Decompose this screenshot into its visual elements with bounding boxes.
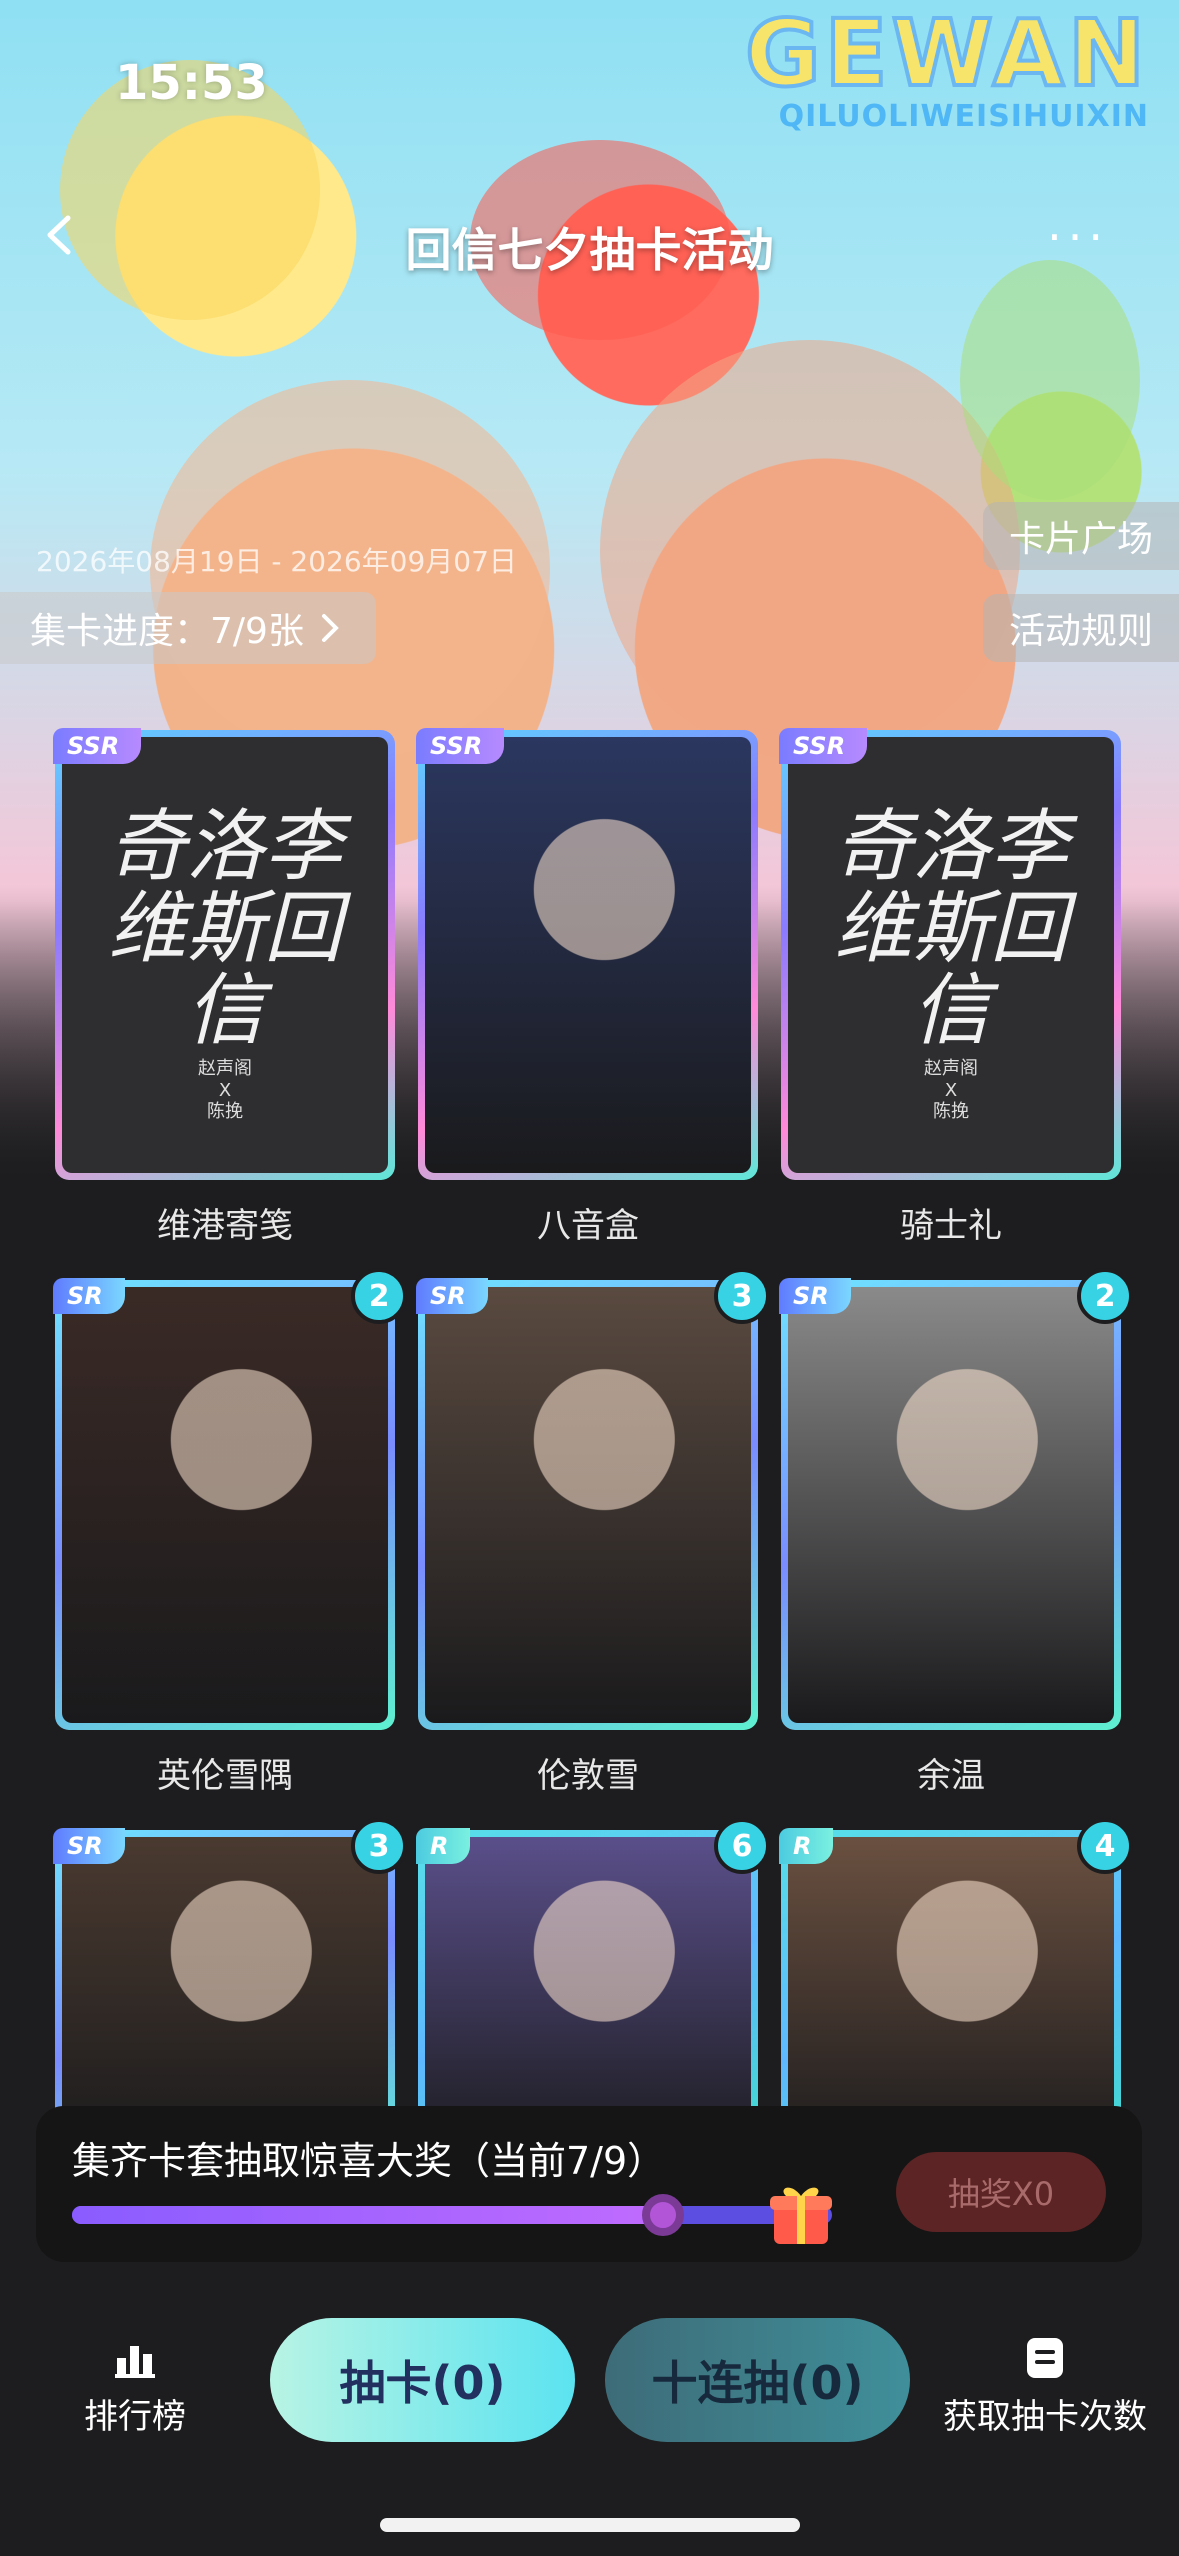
card-credit: 赵声阁 X 陈挽 (198, 1058, 252, 1123)
card-illustration (425, 1287, 751, 1723)
bottom-action-bar: 排行榜 抽卡(0) 十连抽(0) 获取抽卡次数 (0, 2300, 1179, 2490)
rarity-badge: SSR (779, 728, 868, 764)
card-cover (62, 1287, 388, 1723)
rarity-badge: SSR (416, 728, 505, 764)
rarity-badge: SSR (53, 728, 142, 764)
card-square-button[interactable]: 卡片广场 (983, 502, 1179, 570)
card-count-badge: 2 (1077, 1268, 1133, 1324)
ranking-button[interactable]: 排行榜 (70, 2340, 200, 2438)
collection-card[interactable]: 奇洛李维斯回信 赵声阁 X 陈挽 SSR (53, 728, 395, 1180)
card-count-badge: 3 (351, 1818, 407, 1874)
brand-subtitle: QILUOLIWEISIHUIXIN (778, 99, 1149, 134)
lottery-progress-bar (72, 2194, 832, 2236)
status-time: 15:53 (115, 55, 268, 111)
card-name: 余温 (917, 1756, 985, 1796)
collection-card[interactable]: SR 3 (416, 1268, 770, 1730)
chevron-right-icon (321, 614, 339, 642)
more-icon[interactable]: ··· (1047, 210, 1109, 264)
card-calligraphy-title: 奇洛李维斯回信 (833, 802, 1068, 1056)
card-illustration (425, 737, 751, 1173)
card-cover (425, 737, 751, 1173)
card-name: 维港寄笺 (157, 1206, 293, 1246)
ranking-icon (115, 2346, 155, 2378)
lottery-text: 集齐卡套抽取惊喜大奖（当前7/9） (72, 2139, 666, 2183)
card-calligraphy-title: 奇洛李维斯回信 (107, 802, 342, 1056)
card-name: 英伦雪隅 (157, 1756, 293, 1796)
collection-card[interactable]: SR 2 (53, 1268, 407, 1730)
rarity-badge: R (779, 1828, 834, 1864)
card-count-badge: 3 (714, 1268, 770, 1324)
lottery-progress-fill (72, 2206, 664, 2224)
lottery-draw-button[interactable]: 抽奖X0 (896, 2152, 1106, 2232)
card-illustration (62, 1287, 388, 1723)
card-cover (425, 1287, 751, 1723)
card-credit: 赵声阁 X 陈挽 (924, 1058, 978, 1123)
rarity-badge: R (416, 1828, 471, 1864)
rarity-badge: SR (53, 1278, 125, 1314)
card-illustration (788, 1287, 1114, 1723)
ranking-label: 排行榜 (84, 2397, 186, 2437)
card-name: 八音盒 (537, 1206, 639, 1246)
card-name: 骑士礼 (900, 1206, 1002, 1246)
card-count-badge: 2 (351, 1268, 407, 1324)
card-cover: 奇洛李维斯回信 赵声阁 X 陈挽 (788, 737, 1114, 1173)
draw-ten-button[interactable]: 十连抽(0) (605, 2318, 910, 2442)
lottery-panel: 集齐卡套抽取惊喜大奖（当前7/9） 抽奖X0 (36, 2106, 1142, 2262)
brand-logo-text: GEWAN (743, 0, 1149, 109)
plankton-art (960, 260, 1140, 500)
card-cover: 奇洛李维斯回信 赵声阁 X 陈挽 (62, 737, 388, 1173)
card-count-badge: 6 (714, 1818, 770, 1874)
battery-icon (699, 121, 759, 149)
card-name: 伦敦雪 (537, 1756, 639, 1796)
rules-button[interactable]: 活动规则 (983, 594, 1179, 662)
page-title: 回信七夕抽卡活动 (405, 223, 774, 277)
collection-card[interactable]: 奇洛李维斯回信 赵声阁 X 陈挽 SSR (779, 728, 1121, 1180)
event-date-range: 2026年08月19日 - 2026年09月07日 (36, 545, 517, 578)
draw-one-button[interactable]: 抽卡(0) (270, 2318, 575, 2442)
rarity-badge: SR (779, 1278, 851, 1314)
gift-icon (770, 2187, 832, 2244)
document-icon (1027, 2338, 1063, 2378)
signal-icon (636, 120, 683, 150)
collection-progress-label: 集卡进度：7/9张 (30, 611, 304, 652)
character-right-art (600, 340, 1020, 760)
collection-card[interactable]: SR 2 (779, 1268, 1133, 1730)
card-cover (788, 1287, 1114, 1723)
rarity-badge: SR (416, 1278, 488, 1314)
get-chances-label: 获取抽卡次数 (943, 2397, 1147, 2437)
brand-logo: GEWAN QILUOLIWEISIHUIXIN (743, 0, 1149, 134)
home-indicator (380, 2518, 800, 2532)
card-count-badge: 4 (1077, 1818, 1133, 1874)
collection-progress-button[interactable]: 集卡进度：7/9张 (0, 592, 376, 664)
get-chances-button[interactable]: 获取抽卡次数 (935, 2336, 1155, 2438)
rarity-badge: SR (53, 1828, 125, 1864)
lottery-progress-knob (642, 2194, 685, 2236)
collection-card[interactable]: SSR (416, 728, 758, 1180)
